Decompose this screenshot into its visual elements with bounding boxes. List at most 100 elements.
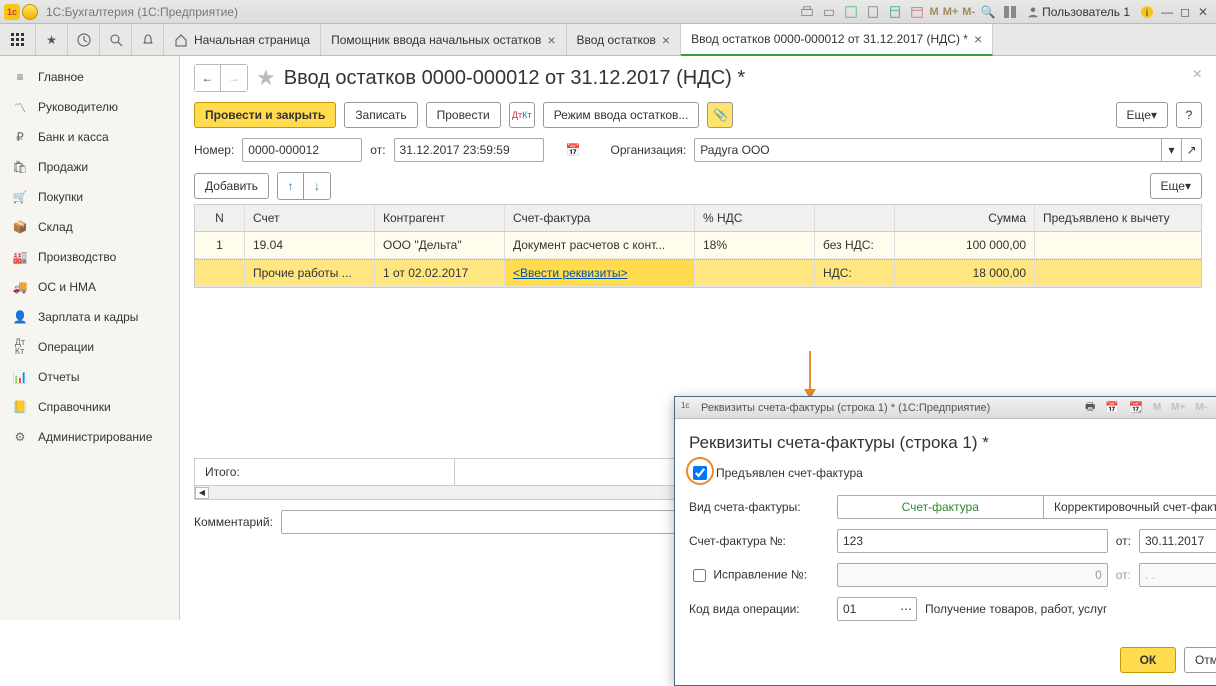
table-row[interactable]: 1 19.04 ООО "Дельта" Документ расчетов с… (195, 232, 1201, 259)
memory-mminus-icon[interactable]: M- (962, 6, 975, 18)
history-icon[interactable] (68, 24, 100, 55)
sidebar-item-main[interactable]: ≡Главное (0, 62, 179, 92)
col-vat[interactable]: % НДС (695, 205, 815, 231)
mode-button[interactable]: Режим ввода остатков... (543, 102, 700, 128)
ok-button[interactable]: ОК (1120, 647, 1176, 673)
titlebar-circle-button[interactable] (22, 4, 38, 20)
sidebar-item-reports[interactable]: 📊Отчеты (0, 362, 179, 392)
attach-button[interactable]: 📎 (707, 102, 733, 128)
user-indicator[interactable]: Пользователь 1 (1027, 5, 1130, 19)
calc-icon[interactable] (887, 4, 903, 20)
apps-grid-icon[interactable] (0, 24, 36, 55)
open-ref-icon[interactable]: ↗ (1181, 139, 1201, 161)
sidebar-item-label: Зарплата и кадры (38, 310, 138, 324)
cancel-button[interactable]: Отмена (1184, 647, 1216, 673)
print-preview-icon[interactable] (799, 4, 815, 20)
invoice-date-value: 30.11.2017 (1145, 534, 1204, 548)
app-title: 1С:Бухгалтерия (1С:Предприятие) (46, 5, 238, 19)
sidebar-item-assets[interactable]: 🚚ОС и НМА (0, 272, 179, 302)
tab-close-icon[interactable]: × (547, 33, 555, 47)
info-icon[interactable]: i (1139, 4, 1155, 20)
windows-icon[interactable] (1002, 4, 1018, 20)
cell-deduct (1035, 260, 1201, 286)
cell-invoice[interactable]: <Ввести реквизиты> (505, 260, 695, 286)
tab-document[interactable]: Ввод остатков 0000-000012 от 31.12.2017 … (681, 24, 993, 56)
sidebar-item-hr[interactable]: 👤Зарплата и кадры (0, 302, 179, 332)
memory-mplus-icon[interactable]: M+ (943, 6, 959, 18)
invoice-no-input[interactable]: 123 (837, 529, 1108, 553)
sidebar-item-purchases[interactable]: 🛒Покупки (0, 182, 179, 212)
sidebar-item-bank[interactable]: ₽Банк и касса (0, 122, 179, 152)
save-button[interactable]: Записать (344, 102, 417, 128)
calendar-small-icon[interactable]: 📅 (566, 143, 581, 157)
post-button[interactable]: Провести (426, 102, 501, 128)
bell-icon[interactable] (132, 24, 164, 55)
invoice-date-input[interactable]: 30.11.2017▦ (1139, 529, 1216, 553)
date-input[interactable]: 31.12.2017 23:59:59 (394, 138, 544, 162)
add-button[interactable]: Добавить (194, 173, 269, 199)
org-input[interactable]: Радуга ООО▾↗ (694, 138, 1202, 162)
calendar-icon[interactable]: 📆 (1129, 401, 1143, 414)
tab-home[interactable]: Начальная страница (164, 24, 321, 55)
col-account[interactable]: Счет (245, 205, 375, 231)
correction-checkbox[interactable] (693, 569, 706, 582)
col-n[interactable]: N (195, 205, 245, 231)
more-button[interactable]: Еще ▾ (1116, 102, 1168, 128)
col-invoice[interactable]: Счет-фактура (505, 205, 695, 231)
tab-close-icon[interactable]: × (662, 33, 670, 47)
print-icon[interactable]: 🖶 (1085, 398, 1095, 417)
op-code-input[interactable]: 01⋯ (837, 597, 917, 621)
sidebar-item-catalogs[interactable]: 📒Справочники (0, 392, 179, 422)
print-icon[interactable] (821, 4, 837, 20)
memory-mminus-icon[interactable]: M- (1195, 402, 1207, 413)
seg-invoice[interactable]: Счет-фактура (838, 496, 1043, 518)
help-button[interactable]: ? (1176, 102, 1202, 128)
table-more-button[interactable]: Еще ▾ (1150, 173, 1202, 199)
memory-m-icon[interactable]: M (930, 6, 939, 18)
nav-back-button[interactable]: ← (195, 65, 221, 91)
tab-close-icon[interactable]: × (974, 32, 982, 46)
post-and-close-button[interactable]: Провести и закрыть (194, 102, 336, 128)
move-up-button[interactable]: ↑ (278, 173, 304, 199)
seg-correction[interactable]: Корректировочный счет-фактура (1043, 496, 1216, 518)
dropdown-icon[interactable]: ⋯ (898, 600, 914, 618)
search-icon[interactable] (100, 24, 132, 55)
sidebar-item-sales[interactable]: 🛍Продажи (0, 152, 179, 182)
minimize-icon[interactable]: — (1158, 3, 1176, 21)
col-sum[interactable]: Сумма (895, 205, 1035, 231)
col-deduct[interactable]: Предъявлено к вычету (1035, 205, 1201, 231)
memory-m-icon[interactable]: M (1153, 402, 1161, 413)
dtkt-button[interactable]: ДтКт (509, 102, 535, 128)
presented-checkbox[interactable] (693, 466, 707, 480)
sidebar-item-manager[interactable]: 〽Руководителю (0, 92, 179, 122)
sidebar-item-warehouse[interactable]: 📦Склад (0, 212, 179, 242)
sidebar-item-operations[interactable]: ДтКтОперации (0, 332, 179, 362)
number-input[interactable]: 0000-000012 (242, 138, 362, 162)
page-close-icon[interactable]: × (1193, 66, 1202, 84)
close-icon[interactable]: ✕ (1194, 3, 1212, 21)
dropdown-icon[interactable]: ▾ (1161, 139, 1181, 161)
doc-icon[interactable] (865, 4, 881, 20)
sidebar-item-production[interactable]: 🏭Производство (0, 242, 179, 272)
sidebar-item-label: ОС и НМА (38, 280, 96, 294)
save-icon[interactable] (843, 4, 859, 20)
sidebar-item-admin[interactable]: ⚙Администрирование (0, 422, 179, 452)
zoom-icon[interactable]: 🔍 (980, 4, 996, 20)
favorite-star-icon[interactable]: ★ (36, 24, 68, 55)
nav-forward-button[interactable]: → (221, 65, 247, 91)
table-row[interactable]: Прочие работы ... 1 от 02.02.2017 <Ввест… (195, 259, 1201, 287)
correction-no-value: 0 (843, 568, 1102, 582)
calendar-icon[interactable] (909, 4, 925, 20)
enter-details-link[interactable]: <Ввести реквизиты> (513, 266, 627, 280)
move-down-button[interactable]: ↓ (304, 173, 330, 199)
calc-icon[interactable]: 📅 (1105, 401, 1119, 414)
cell-deduct (1035, 232, 1201, 258)
memory-mplus-icon[interactable]: M+ (1171, 402, 1185, 413)
maximize-icon[interactable]: ◻ (1176, 3, 1194, 21)
favorite-icon[interactable]: ★ (256, 65, 276, 91)
page-title: Ввод остатков 0000-000012 от 31.12.2017 … (284, 67, 745, 90)
scroll-left-icon[interactable]: ◀ (195, 487, 209, 499)
tab-assistant[interactable]: Помощник ввода начальных остатков× (321, 24, 566, 55)
col-counterparty[interactable]: Контрагент (375, 205, 505, 231)
tab-balances[interactable]: Ввод остатков× (567, 24, 682, 55)
